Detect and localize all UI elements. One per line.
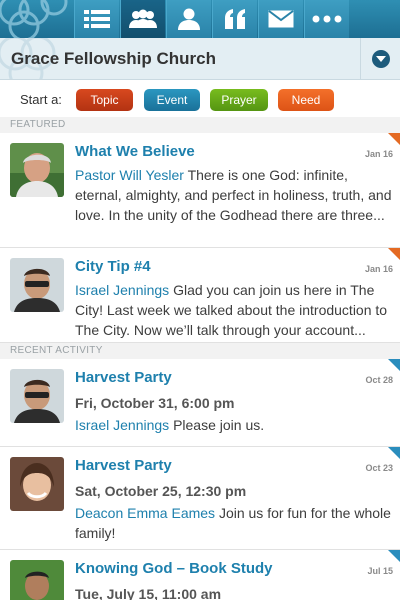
recent-item[interactable]: Knowing God – Book Study Jul 15 Tue, Jul…	[0, 550, 400, 600]
tab-people[interactable]	[120, 0, 165, 45]
person-icon	[178, 8, 200, 30]
tab-more[interactable]	[304, 0, 349, 38]
start-label: Start a:	[20, 92, 62, 107]
item-title: Harvest Party	[75, 457, 172, 474]
start-prayer-button[interactable]: Prayer	[210, 89, 268, 111]
item-body: Pastor Will Yesler There is one God: inf…	[75, 165, 392, 225]
featured-item[interactable]: What We Believe Jan 16 Pastor Will Yesle…	[0, 133, 400, 248]
chevron-down-icon	[371, 50, 390, 68]
item-author[interactable]: Israel Jennings	[75, 282, 169, 298]
featured-item[interactable]: City Tip #4 Jan 16 Israel Jennings Glad …	[0, 248, 400, 343]
item-title: What We Believe	[75, 143, 195, 160]
item-event-time: Sat, October 25, 12:30 pm	[75, 483, 247, 499]
list-icon	[84, 10, 110, 28]
tab-quote[interactable]	[212, 0, 257, 38]
top-nav	[0, 0, 400, 45]
more-icon	[312, 15, 342, 23]
corner-flag-icon	[388, 248, 400, 260]
start-need-button[interactable]: Need	[278, 89, 334, 111]
mail-icon	[268, 10, 294, 28]
city-logo-icon[interactable]	[0, 0, 74, 38]
featured-section-header: FEATURED	[0, 117, 400, 133]
item-body: Deacon Emma Eames Join us for fun for th…	[75, 503, 392, 543]
item-author[interactable]: Deacon Emma Eames	[75, 505, 215, 521]
item-title: Knowing God – Book Study	[75, 560, 273, 577]
church-header: Grace Fellowship Church	[0, 38, 400, 80]
recent-section-header: RECENT ACTIVITY	[0, 343, 400, 359]
recent-item[interactable]: Harvest Party Oct 23 Sat, October 25, 12…	[0, 447, 400, 550]
avatar	[10, 143, 64, 197]
corner-flag-icon	[388, 133, 400, 145]
corner-flag-icon	[388, 359, 400, 371]
item-event-time: Tue, July 15, 11:00 am	[75, 586, 222, 600]
start-topic-button[interactable]: Topic	[76, 89, 133, 111]
recent-item[interactable]: Harvest Party Oct 28 Fri, October 31, 6:…	[0, 359, 400, 447]
item-body: Israel Jennings Please join us.	[75, 415, 392, 435]
item-date: Jan 16	[364, 149, 393, 159]
item-date: Oct 28	[365, 375, 393, 385]
item-date: Oct 23	[365, 463, 393, 473]
quote-icon	[225, 9, 245, 29]
tab-mail[interactable]	[258, 0, 303, 38]
start-bar: Start a: Topic Event Prayer Need	[0, 81, 400, 117]
avatar	[10, 560, 64, 600]
avatar	[10, 258, 64, 312]
tab-person[interactable]	[166, 0, 211, 38]
church-name[interactable]: Grace Fellowship Church	[11, 49, 216, 69]
item-date: Jul 15	[367, 566, 393, 576]
item-title: City Tip #4	[75, 258, 151, 275]
avatar	[10, 457, 64, 511]
item-event-time: Fri, October 31, 6:00 pm	[75, 395, 235, 411]
tab-list[interactable]	[74, 0, 119, 38]
start-event-button[interactable]: Event	[144, 89, 200, 111]
item-body: Israel Jennings Glad you can join us her…	[75, 280, 392, 340]
item-text: Please join us.	[173, 417, 265, 433]
item-author[interactable]: Israel Jennings	[75, 417, 169, 433]
church-menu-button[interactable]	[360, 38, 400, 79]
avatar	[10, 369, 64, 423]
corner-flag-icon	[388, 447, 400, 459]
people-icon	[129, 9, 157, 28]
item-author[interactable]: Pastor Will Yesler	[75, 167, 184, 183]
corner-flag-icon	[388, 550, 400, 562]
item-date: Jan 16	[364, 264, 393, 274]
item-title: Harvest Party	[75, 369, 172, 386]
